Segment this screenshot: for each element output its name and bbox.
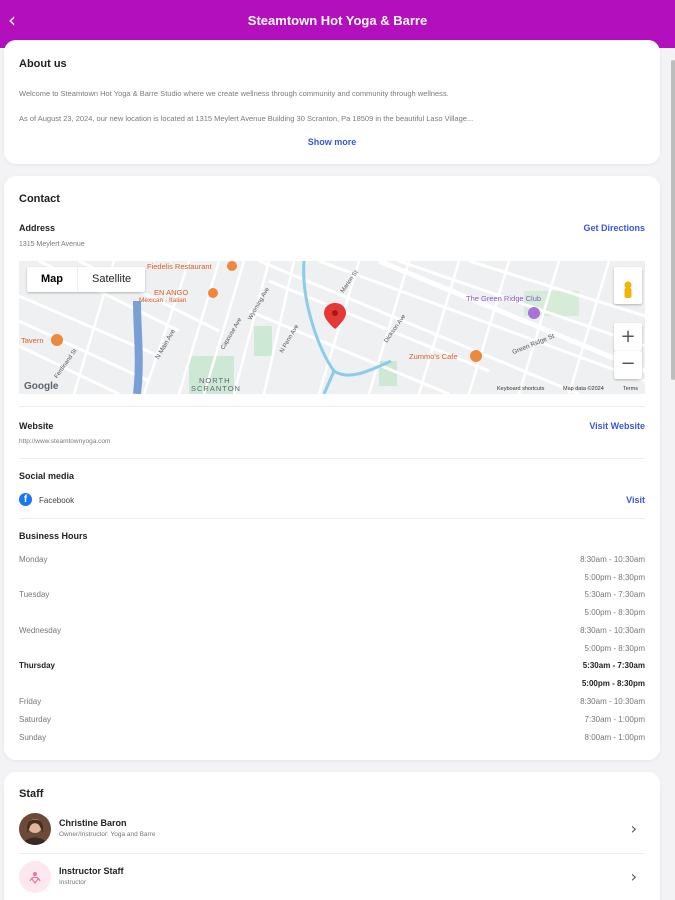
staff-row[interactable]: Christine Baron Owner/Instructor: Yoga a… <box>19 810 645 848</box>
google-logo: Google <box>24 381 59 392</box>
staff-name: Instructor Staff <box>59 866 124 876</box>
map-label-mexican: EN ANGO <box>154 288 189 297</box>
hours-day: Wednesday <box>19 626 62 635</box>
about-paragraph-1: Welcome to Steamtown Hot Yoga & Barre St… <box>19 89 449 98</box>
website-value: http://www.steamtownyoga.com <box>19 438 111 445</box>
show-more-link[interactable]: Show more <box>4 137 660 147</box>
map-label-mexican-type: Mexican · Italian <box>139 297 187 304</box>
chevron-right-icon: › <box>630 819 637 838</box>
staff-name: Christine Baron <box>59 818 127 828</box>
divider <box>19 406 645 407</box>
map-toggle-satellite[interactable]: Satellite <box>78 267 145 292</box>
about-paragraph-2: As of August 23, 2024, our new location … <box>19 114 474 123</box>
visit-social-link[interactable]: Visit <box>626 495 645 505</box>
hours-time: 7:30am - 1:00pm <box>584 715 645 724</box>
divider <box>19 853 645 854</box>
facebook-label: Facebook <box>39 496 75 505</box>
hours-time: 5:00pm - 8:30pm <box>584 644 645 653</box>
hours-time: 8:00am - 1:00pm <box>584 733 645 742</box>
hours-day: Monday <box>19 555 48 564</box>
map-keyboard-shortcuts[interactable]: Keyboard shortcuts <box>497 386 544 392</box>
map-label-cafe: Zummo's Cafe <box>409 352 458 361</box>
hours-day: Sunday <box>19 733 47 742</box>
hours-day: Friday <box>19 697 42 706</box>
visit-website-link[interactable]: Visit Website <box>589 421 645 431</box>
hours-day: Tuesday <box>19 590 50 599</box>
hours-time: 5:00pm - 8:30pm <box>584 573 645 582</box>
map-label-club: The Green Ridge Club <box>466 294 542 303</box>
map-data-credit: Map data ©2024 <box>563 386 604 392</box>
map-label-scranton: SCRANTON <box>191 384 241 393</box>
contact-card: Contact Address 1315 Meylert Avenue Get … <box>4 176 660 760</box>
contact-heading: Contact <box>19 193 60 205</box>
staff-card: Staff Christine Baron Owner/Instructor: … <box>4 772 660 900</box>
hours-time: 8:30am - 10:30am <box>580 555 645 564</box>
page-title: Steamtown Hot Yoga & Barre <box>247 13 428 28</box>
address-label: Address <box>19 223 56 233</box>
hours-day-today: Thursday <box>19 661 56 670</box>
location-map[interactable]: Map Satellite + − Fiedelis Restaurant EN… <box>19 261 645 394</box>
divider <box>19 458 645 459</box>
map-type-toggle[interactable]: Map Satellite <box>27 267 146 292</box>
avatar <box>19 813 51 845</box>
hours-time: 8:30am - 10:30am <box>580 697 645 706</box>
chevron-right-icon: › <box>630 867 637 886</box>
staff-role: Instructor <box>59 879 87 886</box>
staff-role: Owner/Instructor: Yoga and Barre <box>59 831 156 838</box>
hours-time: 5:00pm - 8:30pm <box>584 608 645 617</box>
hours-day: Saturday <box>19 715 52 724</box>
divider <box>19 518 645 519</box>
zoom-in-button[interactable]: + <box>614 323 642 351</box>
get-directions-link[interactable]: Get Directions <box>583 223 645 233</box>
about-card: About us Welcome to Steamtown Hot Yoga &… <box>4 40 660 164</box>
hours-time: 8:30am - 10:30am <box>580 626 645 635</box>
about-heading: About us <box>19 58 67 70</box>
website-label: Website <box>19 421 54 431</box>
address-value: 1315 Meylert Avenue <box>19 241 85 248</box>
pegman-icon[interactable] <box>614 267 642 304</box>
map-toggle-map[interactable]: Map <box>27 267 78 292</box>
social-media-label: Social media <box>19 471 75 481</box>
scrollbar[interactable] <box>671 60 675 380</box>
facebook-icon: f <box>19 493 32 506</box>
staff-row[interactable]: Instructor Staff Instructor › <box>19 858 645 896</box>
hours-time: 5:30am - 7:30am <box>584 590 645 599</box>
map-label-restaurant: Fiedelis Restaurant <box>147 262 212 271</box>
hours-time-today: 5:00pm - 8:30pm <box>581 679 645 688</box>
map-terms-link[interactable]: Terms <box>623 386 638 392</box>
map-label-tavern: Tavern <box>21 336 44 345</box>
staff-heading: Staff <box>19 788 44 800</box>
avatar <box>19 861 51 893</box>
hours-time-today: 5:30am - 7:30am <box>582 661 645 670</box>
business-hours-label: Business Hours <box>19 531 88 541</box>
zoom-out-button[interactable]: − <box>614 351 642 379</box>
